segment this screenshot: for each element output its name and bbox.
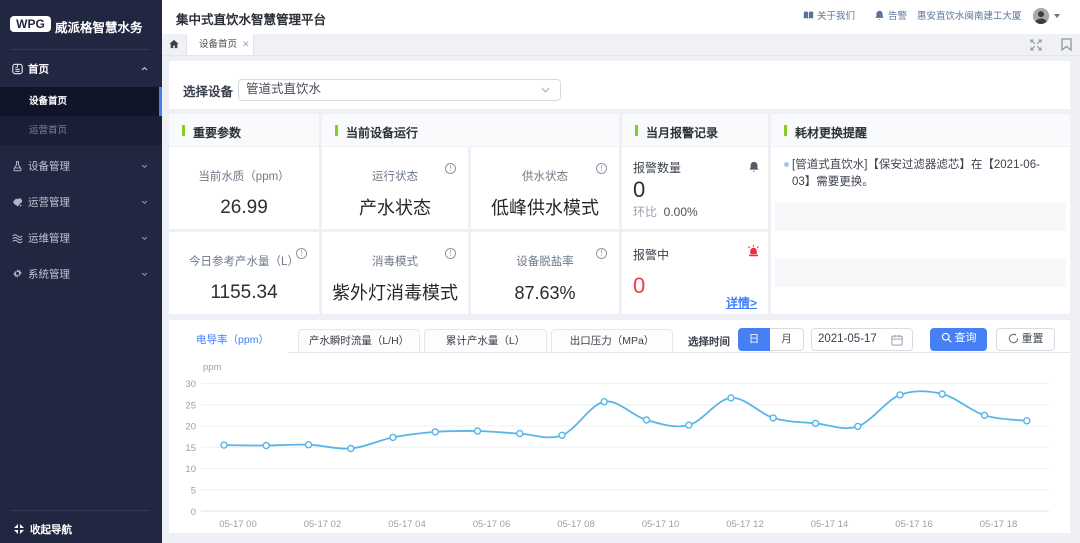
svg-text:05-17 06: 05-17 06 <box>473 519 511 530</box>
svg-text:25: 25 <box>185 401 196 412</box>
svg-text:15: 15 <box>185 443 196 454</box>
svg-text:05-17 00: 05-17 00 <box>219 519 257 530</box>
svg-text:05-17 08: 05-17 08 <box>557 519 595 530</box>
svg-text:ppm: ppm <box>203 362 222 373</box>
svg-text:05-17 16: 05-17 16 <box>895 519 933 530</box>
svg-text:30: 30 <box>185 379 196 390</box>
svg-text:05-17 10: 05-17 10 <box>642 519 680 530</box>
svg-text:05-17 04: 05-17 04 <box>388 519 426 530</box>
svg-text:20: 20 <box>185 422 196 433</box>
svg-text:0: 0 <box>191 507 196 518</box>
svg-text:05-17 12: 05-17 12 <box>726 519 764 530</box>
svg-text:05-17 18: 05-17 18 <box>980 519 1018 530</box>
svg-text:10: 10 <box>185 464 196 475</box>
svg-text:05-17 02: 05-17 02 <box>304 519 342 530</box>
svg-text:5: 5 <box>191 486 196 497</box>
svg-text:05-17 14: 05-17 14 <box>811 519 849 530</box>
